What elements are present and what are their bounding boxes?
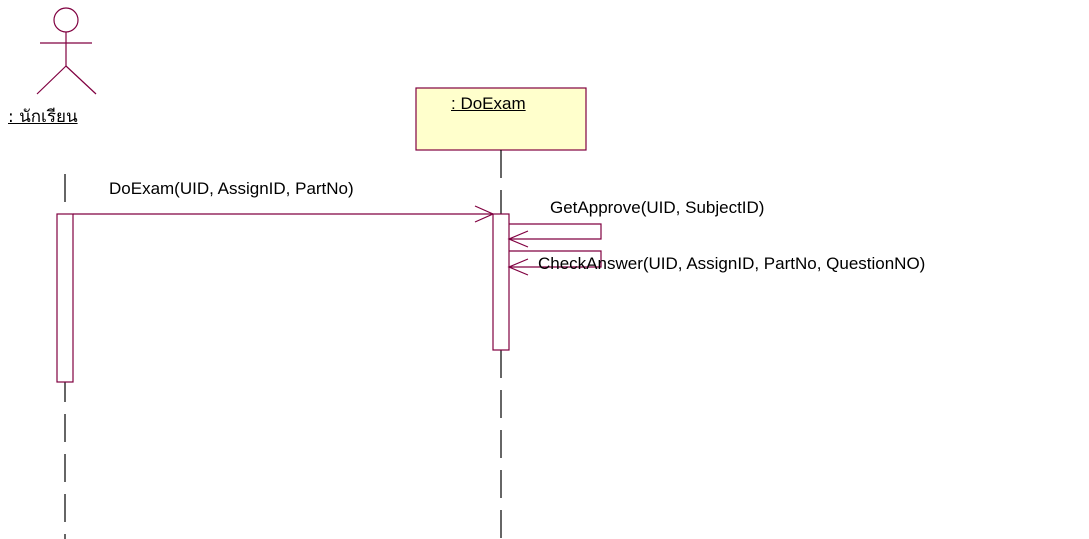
- message-arrow-1[interactable]: [73, 205, 495, 223]
- message-arrow-2[interactable]: [507, 223, 602, 248]
- object-activation-bar: [492, 213, 510, 351]
- object-label: : DoExam: [451, 94, 526, 113]
- message-label-1: DoExam(UID, AssignID, PartNo): [109, 179, 354, 198]
- message-label-3: CheckAnswer(UID, AssignID, PartNo, Quest…: [538, 254, 926, 273]
- actor-icon: [36, 7, 97, 95]
- sequence-diagram: : นักเรียน : DoExam DoExam(UID, AssignID…: [0, 0, 1089, 539]
- actor-label: : นักเรียน: [8, 107, 78, 127]
- message-label-2: GetApprove(UID, SubjectID): [550, 198, 765, 217]
- actor-activation-bar: [56, 213, 74, 383]
